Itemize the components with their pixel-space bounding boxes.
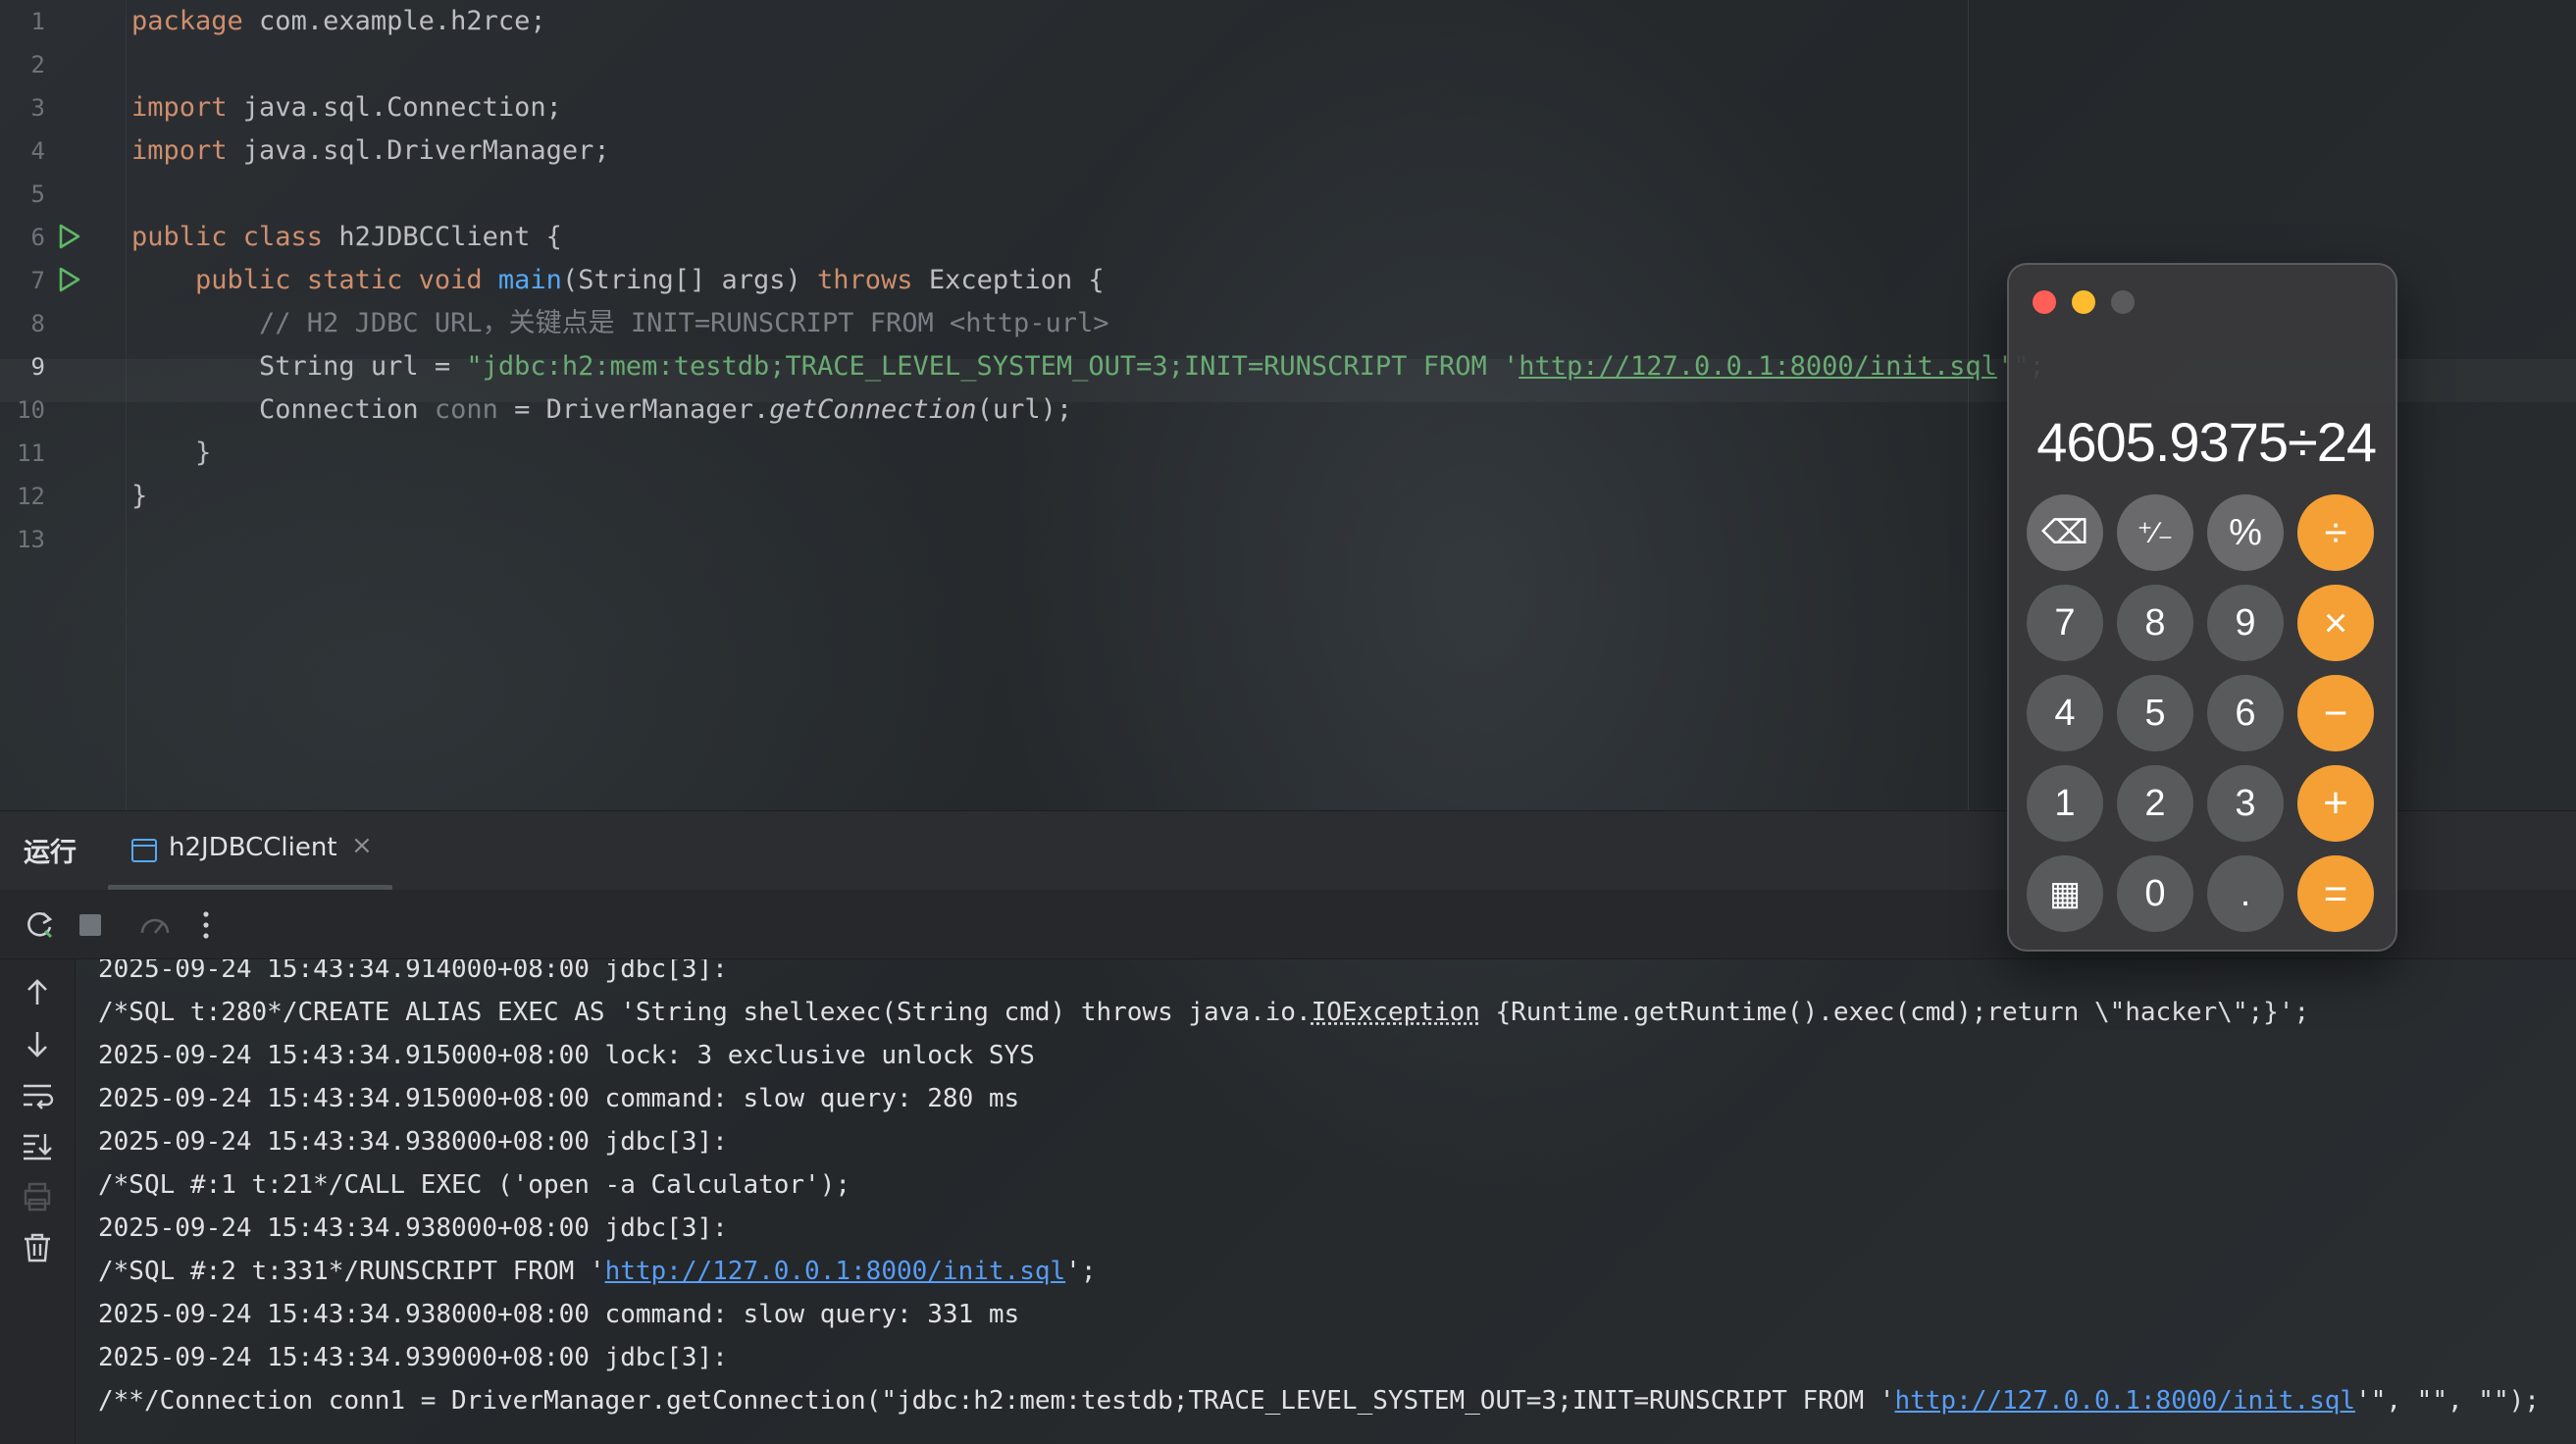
digit-4-button[interactable]: 4 bbox=[2027, 675, 2103, 751]
tool-window-title: 运行 bbox=[24, 838, 77, 868]
console-line: 2025-09-24 15:43:34.915000+08:00 command… bbox=[98, 1084, 1020, 1113]
window-close-button[interactable] bbox=[2033, 290, 2056, 314]
url-literal: http://127.0.0.1:8000/init.sql bbox=[1519, 351, 1997, 382]
percent-button[interactable]: % bbox=[2207, 494, 2284, 571]
line-number: 11 bbox=[17, 439, 45, 467]
code-text: import java.sql.DriverManager; bbox=[131, 135, 610, 166]
digit-5-button[interactable]: 5 bbox=[2117, 675, 2193, 751]
divide-button[interactable]: ÷ bbox=[2297, 494, 2374, 571]
line-number: 7 bbox=[30, 267, 45, 294]
console-line: 2025-09-24 15:43:34.915000+08:00 lock: 3… bbox=[98, 1041, 1035, 1070]
calculator-window[interactable]: 4605.9375÷24 ⌫ ⁺∕₋ % ÷ 7 8 9 × 4 5 6 − 1… bbox=[2007, 263, 2397, 952]
digit-3-button[interactable]: 3 bbox=[2207, 765, 2284, 842]
stop-icon[interactable] bbox=[71, 905, 110, 945]
console-output[interactable]: 2025-09-24 15:43:34.914000+08:00 jdbc[3]… bbox=[75, 959, 2576, 1444]
digit-9-button[interactable]: 9 bbox=[2207, 585, 2284, 661]
line-number: 12 bbox=[17, 483, 45, 510]
code-text: public class h2JDBCClient { bbox=[131, 222, 562, 252]
calculator-display: 4605.9375÷24 bbox=[2036, 411, 2377, 473]
digit-2-button[interactable]: 2 bbox=[2117, 765, 2193, 842]
line-number: 5 bbox=[30, 180, 45, 208]
code-text: } bbox=[131, 481, 148, 511]
window-zoom-button[interactable] bbox=[2111, 290, 2135, 314]
rerun-icon[interactable] bbox=[20, 905, 59, 945]
soft-wrap-icon[interactable] bbox=[18, 1075, 57, 1114]
calculator-mode-button[interactable]: ▦ bbox=[2027, 855, 2103, 932]
close-tab-icon[interactable]: × bbox=[351, 831, 373, 860]
console-line: /**/Connection conn1 = DriverManager.get… bbox=[98, 1386, 2540, 1416]
code-line-1[interactable]: 1 package com.example.h2rce; bbox=[0, 6, 2576, 57]
line-number: 1 bbox=[30, 8, 45, 35]
window-minimize-button[interactable] bbox=[2072, 290, 2095, 314]
scroll-to-end-icon[interactable] bbox=[18, 1126, 57, 1165]
run-class-icon[interactable] bbox=[55, 223, 82, 250]
sign-toggle-button[interactable]: ⁺∕₋ bbox=[2117, 494, 2193, 571]
console-icon bbox=[131, 839, 157, 862]
console-line: 2025-09-24 15:43:34.938000+08:00 jdbc[3]… bbox=[98, 1213, 728, 1243]
line-number: 10 bbox=[17, 396, 45, 424]
equals-button[interactable]: = bbox=[2297, 855, 2374, 932]
code-comment: // H2 JDBC URL，关键点是 INIT=RUNSCRIPT FROM … bbox=[131, 308, 1109, 338]
console-line: 2025-09-24 15:43:34.938000+08:00 jdbc[3]… bbox=[98, 1127, 728, 1157]
console-line: /*SQL #:1 t:21*/CALL EXEC ('open -a Calc… bbox=[98, 1170, 851, 1200]
digit-6-button[interactable]: 6 bbox=[2207, 675, 2284, 751]
console-line: /*SQL t:280*/CREATE ALIAS EXEC AS 'Strin… bbox=[98, 998, 2310, 1027]
plus-button[interactable]: + bbox=[2297, 765, 2374, 842]
line-number: 4 bbox=[30, 137, 45, 165]
tab-h2jdbcclient[interactable]: h2JDBCClient × bbox=[108, 811, 392, 891]
decimal-button[interactable]: . bbox=[2207, 855, 2284, 932]
line-number: 9 bbox=[30, 353, 45, 381]
console-link[interactable]: http://127.0.0.1:8000/init.sql bbox=[605, 1257, 1066, 1286]
console-link[interactable]: http://127.0.0.1:8000/init.sql bbox=[1894, 1386, 2355, 1416]
code-text: import java.sql.Connection; bbox=[131, 92, 562, 123]
line-number: 13 bbox=[17, 526, 45, 553]
line-number: 2 bbox=[30, 51, 45, 78]
console-side-toolbar bbox=[0, 959, 76, 1444]
run-main-icon[interactable] bbox=[55, 266, 82, 293]
arrow-up-icon[interactable] bbox=[18, 973, 57, 1012]
line-number: 8 bbox=[30, 310, 45, 337]
code-text: public static void main(String[] args) t… bbox=[195, 265, 1105, 295]
print-icon[interactable] bbox=[18, 1177, 57, 1216]
more-options-icon[interactable] bbox=[186, 905, 226, 945]
digit-0-button[interactable]: 0 bbox=[2117, 855, 2193, 932]
multiply-button[interactable]: × bbox=[2297, 585, 2374, 661]
code-text: String url = "jdbc:h2:mem:testdb;TRACE_L… bbox=[131, 351, 2045, 382]
digit-8-button[interactable]: 8 bbox=[2117, 585, 2193, 661]
tab-label: h2JDBCClient bbox=[169, 833, 337, 862]
digit-7-button[interactable]: 7 bbox=[2027, 585, 2103, 661]
line-number: 6 bbox=[30, 224, 45, 251]
console-line: 2025-09-24 15:43:34.938000+08:00 command… bbox=[98, 1300, 1020, 1329]
code-text: Connection conn = DriverManager.getConne… bbox=[131, 394, 1073, 425]
code-text: package com.example.h2rce; bbox=[131, 6, 546, 36]
console-line: 2025-09-24 15:43:34.939000+08:00 jdbc[3]… bbox=[98, 1343, 728, 1372]
backspace-button[interactable]: ⌫ bbox=[2027, 494, 2103, 571]
minus-button[interactable]: − bbox=[2297, 675, 2374, 751]
trash-icon[interactable] bbox=[18, 1228, 57, 1267]
line-number: 3 bbox=[30, 94, 45, 122]
code-text: } bbox=[131, 438, 212, 468]
console-line: 2025-09-24 15:43:34.914000+08:00 jdbc[3]… bbox=[98, 959, 728, 984]
console-line: /*SQL #:2 t:331*/RUNSCRIPT FROM 'http://… bbox=[98, 1257, 1097, 1286]
profiler-icon[interactable] bbox=[135, 905, 175, 945]
code-line-4[interactable]: 4 import java.sql.DriverManager; bbox=[0, 135, 2576, 186]
arrow-down-icon[interactable] bbox=[18, 1024, 57, 1063]
digit-1-button[interactable]: 1 bbox=[2027, 765, 2103, 842]
